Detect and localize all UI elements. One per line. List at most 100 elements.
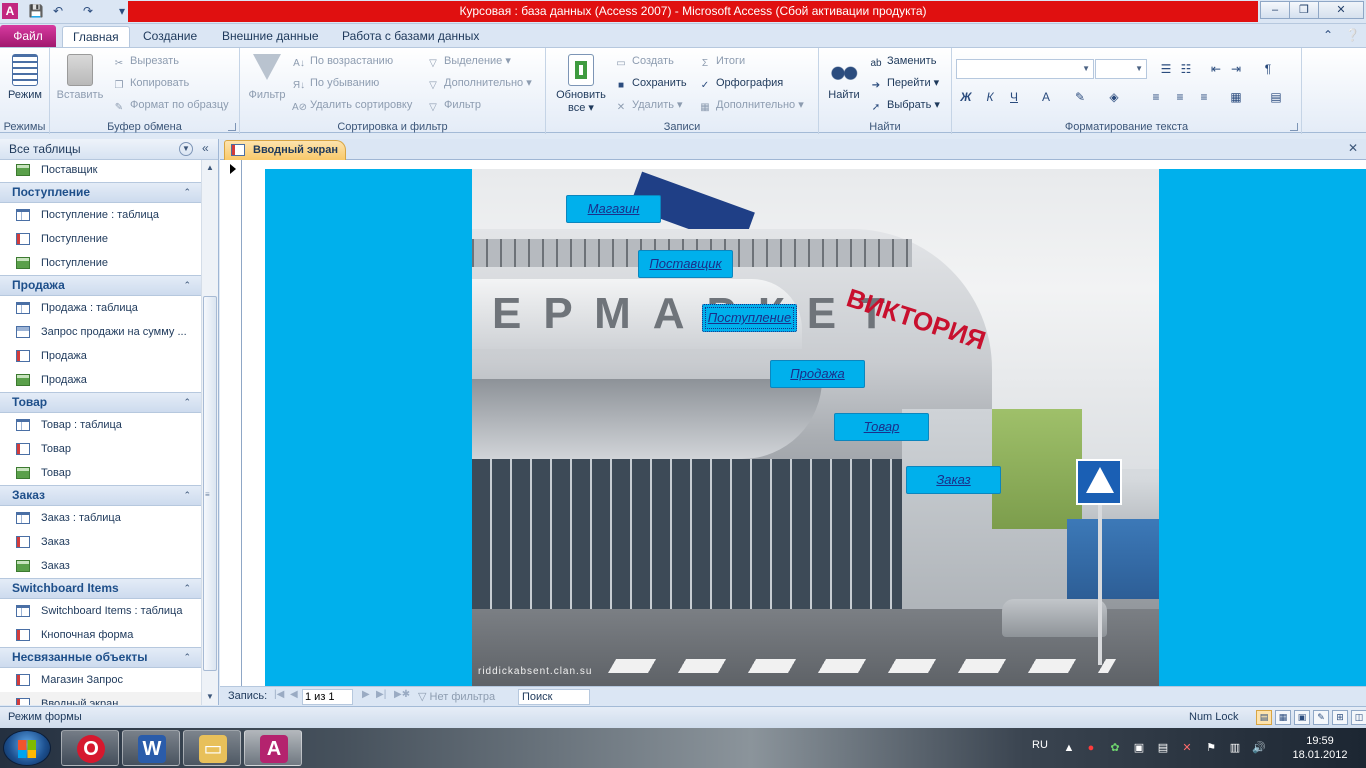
display-icon[interactable]: ▣ <box>1132 741 1146 755</box>
italic-button[interactable]: К <box>980 88 1000 106</box>
antivirus-icon[interactable]: ✿ <box>1108 741 1122 755</box>
align-center-icon[interactable]: ≡ <box>1170 88 1190 106</box>
product-button[interactable]: Товар <box>834 413 929 441</box>
select-button[interactable]: ➚ Выбрать ▾ <box>869 96 940 114</box>
nav-item[interactable]: Заказ : таблица <box>0 506 201 530</box>
pivot-view-icon[interactable]: ⊞ <box>1332 710 1348 725</box>
goto-button[interactable]: ➔ Перейти ▾ <box>869 74 939 92</box>
bullets-icon[interactable]: ☰ <box>1156 60 1176 78</box>
nav-item[interactable]: Продажа <box>0 368 201 392</box>
nav-pane-header[interactable]: Все таблицы ▼ « <box>0 139 218 160</box>
nav-group-header[interactable]: Продажа ⌃ <box>0 275 201 296</box>
scroll-thumb[interactable] <box>203 296 217 671</box>
font-name-combo[interactable]: ▼ <box>956 59 1094 79</box>
tab-database-tools[interactable]: Работа с базами данных <box>332 26 489 48</box>
toggle-filter-button[interactable]: ▽ Фильтр <box>426 96 481 114</box>
align-right-icon[interactable]: ≡ <box>1194 88 1214 106</box>
nav-item[interactable]: Продажа : таблица <box>0 296 201 320</box>
nav-item[interactable]: Поступление : таблица <box>0 203 201 227</box>
nav-item[interactable]: Запрос продажи на сумму ... <box>0 320 201 344</box>
flag-icon[interactable]: ⚑ <box>1204 741 1218 755</box>
volume-icon[interactable]: 🔊 <box>1252 741 1266 755</box>
taskbar-access[interactable]: A <box>244 730 302 766</box>
nav-item[interactable]: Кнопочная форма <box>0 623 201 647</box>
filter-button[interactable]: Фильтр <box>244 54 290 102</box>
copy-button[interactable]: ❐ Копировать <box>112 74 190 92</box>
scroll-down-icon[interactable]: ▼ <box>203 689 217 705</box>
format-painter-button[interactable]: ✎ Формат по образцу <box>112 96 229 114</box>
collapse-pane-icon[interactable]: « <box>202 141 209 155</box>
paragraph-direction-icon[interactable]: ¶ <box>1258 60 1278 78</box>
clipboard-launcher-icon[interactable] <box>228 123 236 131</box>
record-search-input[interactable]: Поиск <box>518 689 590 705</box>
record-selector[interactable] <box>220 160 242 686</box>
chevron-up-icon[interactable]: ⌃ <box>183 648 191 667</box>
nav-item[interactable]: Поступление <box>0 251 201 275</box>
minimize-ribbon-icon[interactable]: ⌃ <box>1323 28 1333 42</box>
taskbar-explorer[interactable]: ▭ <box>183 730 241 766</box>
opera-tray-icon[interactable]: ● <box>1084 741 1098 755</box>
form-view-icon[interactable]: ▤ <box>1256 710 1272 725</box>
nav-item[interactable]: Товар <box>0 461 201 485</box>
device-alert-icon[interactable]: ✕ <box>1180 741 1194 755</box>
tab-home[interactable]: Главная <box>62 26 130 48</box>
numbering-icon[interactable]: ☷ <box>1176 60 1196 78</box>
fill-color-icon[interactable]: ◈ <box>1104 88 1124 106</box>
nav-group-header[interactable]: Заказ ⌃ <box>0 485 201 506</box>
font-size-combo[interactable]: ▼ <box>1095 59 1147 79</box>
redo-icon[interactable]: ↷ <box>80 3 96 19</box>
show-hidden-icons-icon[interactable]: ▲ <box>1062 741 1076 755</box>
new-record-icon[interactable]: ▶✱ <box>394 689 410 700</box>
nav-item[interactable]: Вводный экран <box>0 692 201 705</box>
nav-item[interactable]: Продажа <box>0 344 201 368</box>
chevron-up-icon[interactable]: ⌃ <box>183 579 191 598</box>
gridlines-icon[interactable]: ▦ <box>1226 88 1246 106</box>
refresh-all-button[interactable]: Обновить все ▾ <box>550 54 612 115</box>
first-record-icon[interactable]: |◀ <box>274 689 284 700</box>
nav-group-header[interactable]: Несвязанные объекты ⌃ <box>0 647 201 668</box>
tab-external-data[interactable]: Внешние данные <box>212 26 329 48</box>
tab-create[interactable]: Создание <box>133 26 207 48</box>
nav-item[interactable]: Магазин Запрос <box>0 668 201 692</box>
tab-file[interactable]: Файл <box>0 25 56 47</box>
chevron-up-icon[interactable]: ⌃ <box>183 486 191 505</box>
delete-record-button[interactable]: ✕ Удалить ▾ <box>614 96 683 114</box>
scroll-up-icon[interactable]: ▲ <box>203 160 217 176</box>
align-left-icon[interactable]: ≡ <box>1146 88 1166 106</box>
language-indicator[interactable]: RU <box>1032 739 1048 751</box>
clock[interactable]: 19:59 18.01.2012 <box>1292 734 1348 762</box>
last-record-icon[interactable]: ▶| <box>376 689 386 700</box>
sale-button[interactable]: Продажа <box>770 360 865 388</box>
access-app-icon[interactable]: A <box>2 3 18 19</box>
layout-view-icon[interactable]: ▣ <box>1294 710 1310 725</box>
chevron-down-icon[interactable]: ▼ <box>179 142 193 156</box>
next-record-icon[interactable]: ▶ <box>362 689 370 700</box>
start-button[interactable] <box>3 730 51 766</box>
current-record-field[interactable]: 1 из 1 <box>302 689 353 705</box>
nav-item[interactable]: Switchboard Items : таблица <box>0 599 201 623</box>
text-formatting-launcher-icon[interactable] <box>1290 123 1298 131</box>
indent-icon[interactable]: ⇥ <box>1226 60 1246 78</box>
underline-button[interactable]: Ч <box>1004 88 1024 106</box>
design-view-icon[interactable]: ✎ <box>1313 710 1329 725</box>
nav-item[interactable]: Заказ <box>0 554 201 578</box>
alternate-row-color-icon[interactable]: ▤ <box>1266 88 1286 106</box>
network-icon[interactable]: ▥ <box>1228 741 1242 755</box>
close-button[interactable]: ✕ <box>1318 1 1364 19</box>
find-button[interactable]: Найти <box>823 54 865 102</box>
nav-item-supplier-report[interactable]: Поставщик <box>0 160 201 182</box>
nav-group-header[interactable]: Поступление ⌃ <box>0 182 201 203</box>
new-record-button[interactable]: ▭ Создать <box>614 52 674 70</box>
nav-item[interactable]: Товар : таблица <box>0 413 201 437</box>
selection-button[interactable]: ▽ Выделение ▾ <box>426 52 511 70</box>
chevron-up-icon[interactable]: ⌃ <box>183 183 191 202</box>
view-button[interactable]: Режим <box>4 54 46 102</box>
close-document-icon[interactable]: ✕ <box>1348 141 1358 155</box>
previous-record-icon[interactable]: ◀ <box>290 689 298 700</box>
paste-button[interactable]: Вставить <box>54 54 106 102</box>
supplier-button[interactable]: Поставщик <box>638 250 733 278</box>
design-alt-view-icon[interactable]: ◫ <box>1351 710 1366 725</box>
chevron-up-icon[interactable]: ⌃ <box>183 393 191 412</box>
sort-ascending-button[interactable]: A↓ По возрастанию <box>292 52 393 70</box>
minimize-button[interactable]: – <box>1260 1 1290 19</box>
